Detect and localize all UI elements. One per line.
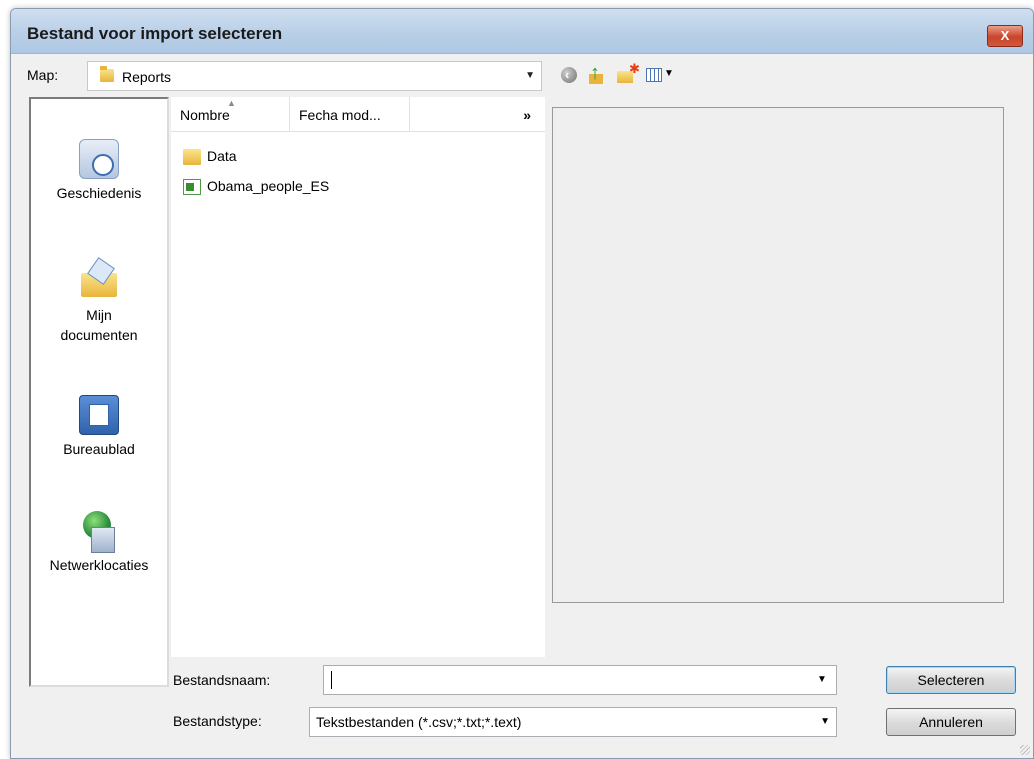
excel-file-icon <box>183 179 201 196</box>
filename-label: Bestandsnaam: <box>173 672 271 688</box>
list-item-name: Data <box>207 148 237 164</box>
history-icon <box>79 139 119 179</box>
desktop-icon <box>79 395 119 435</box>
new-folder-icon[interactable]: ✱ <box>615 61 640 86</box>
folder-icon <box>183 149 201 166</box>
places-bar: Geschiedenis Mijn documenten Bureaublad … <box>29 97 169 687</box>
list-item-name: Obama_people_ES <box>207 178 330 194</box>
place-history-label: Geschiedenis <box>56 185 142 201</box>
select-button[interactable]: Selecteren <box>886 666 1016 694</box>
chevron-down-icon[interactable]: ▼ <box>525 70 535 81</box>
place-network[interactable]: Netwerklocaties <box>31 511 167 573</box>
chevron-down-icon[interactable]: ▼ <box>817 674 827 685</box>
filetype-value: Tekstbestanden (*.csv;*.txt;*.text) <box>316 714 522 730</box>
column-header-row: ▲ Nombre Fecha mod... » <box>171 97 545 132</box>
look-in-label: Map: <box>27 67 59 83</box>
look-in-dropdown[interactable]: Reports ▼ <box>87 61 542 91</box>
chevron-down-icon[interactable]: ▼ <box>820 716 830 727</box>
filetype-select[interactable]: Tekstbestanden (*.csv;*.txt;*.text) ▼ <box>309 707 837 737</box>
file-dialog: Bestand voor import selecteren X Map: Re… <box>10 8 1034 759</box>
filename-input[interactable] <box>323 665 837 695</box>
back-icon[interactable]: ‹ <box>559 64 581 86</box>
dialog-title: Bestand voor import selecteren <box>27 24 283 43</box>
cancel-button[interactable]: Annuleren <box>886 708 1016 736</box>
list-item[interactable]: Data <box>183 145 237 167</box>
place-history[interactable]: Geschiedenis <box>31 139 167 201</box>
place-desktop-label: Bureaublad <box>63 441 135 457</box>
place-desktop[interactable]: Bureaublad <box>31 395 167 457</box>
views-menu-icon[interactable]: ▼ <box>645 64 677 86</box>
column-header-name-label: Nombre <box>180 107 230 123</box>
text-caret <box>331 671 332 689</box>
column-header-date[interactable]: Fecha mod... <box>290 97 410 131</box>
place-network-label: Netwerklocaties <box>49 557 149 573</box>
close-button[interactable]: X <box>987 25 1023 47</box>
my-documents-icon <box>79 259 119 299</box>
list-item[interactable]: Obama_people_ES <box>183 175 329 197</box>
up-folder-icon[interactable]: ↑ <box>587 62 609 86</box>
column-header-name[interactable]: ▲ Nombre <box>171 97 290 131</box>
look-in-value: Reports <box>122 69 172 85</box>
place-my-documents-label: Mijn documenten <box>60 307 138 343</box>
more-columns-button[interactable]: » <box>410 97 545 131</box>
resize-grip-icon[interactable] <box>1020 745 1030 755</box>
place-my-documents[interactable]: Mijn documenten <box>31 259 167 345</box>
preview-pane <box>552 107 1004 603</box>
filetype-label: Bestandstype: <box>173 713 262 729</box>
file-list[interactable]: ▲ Nombre Fecha mod... » Data Obama_peopl… <box>171 97 545 657</box>
network-places-icon <box>79 511 119 553</box>
folder-icon <box>100 66 114 82</box>
title-bar: Bestand voor import selecteren X <box>11 9 1033 54</box>
sort-ascending-icon: ▲ <box>227 98 236 108</box>
